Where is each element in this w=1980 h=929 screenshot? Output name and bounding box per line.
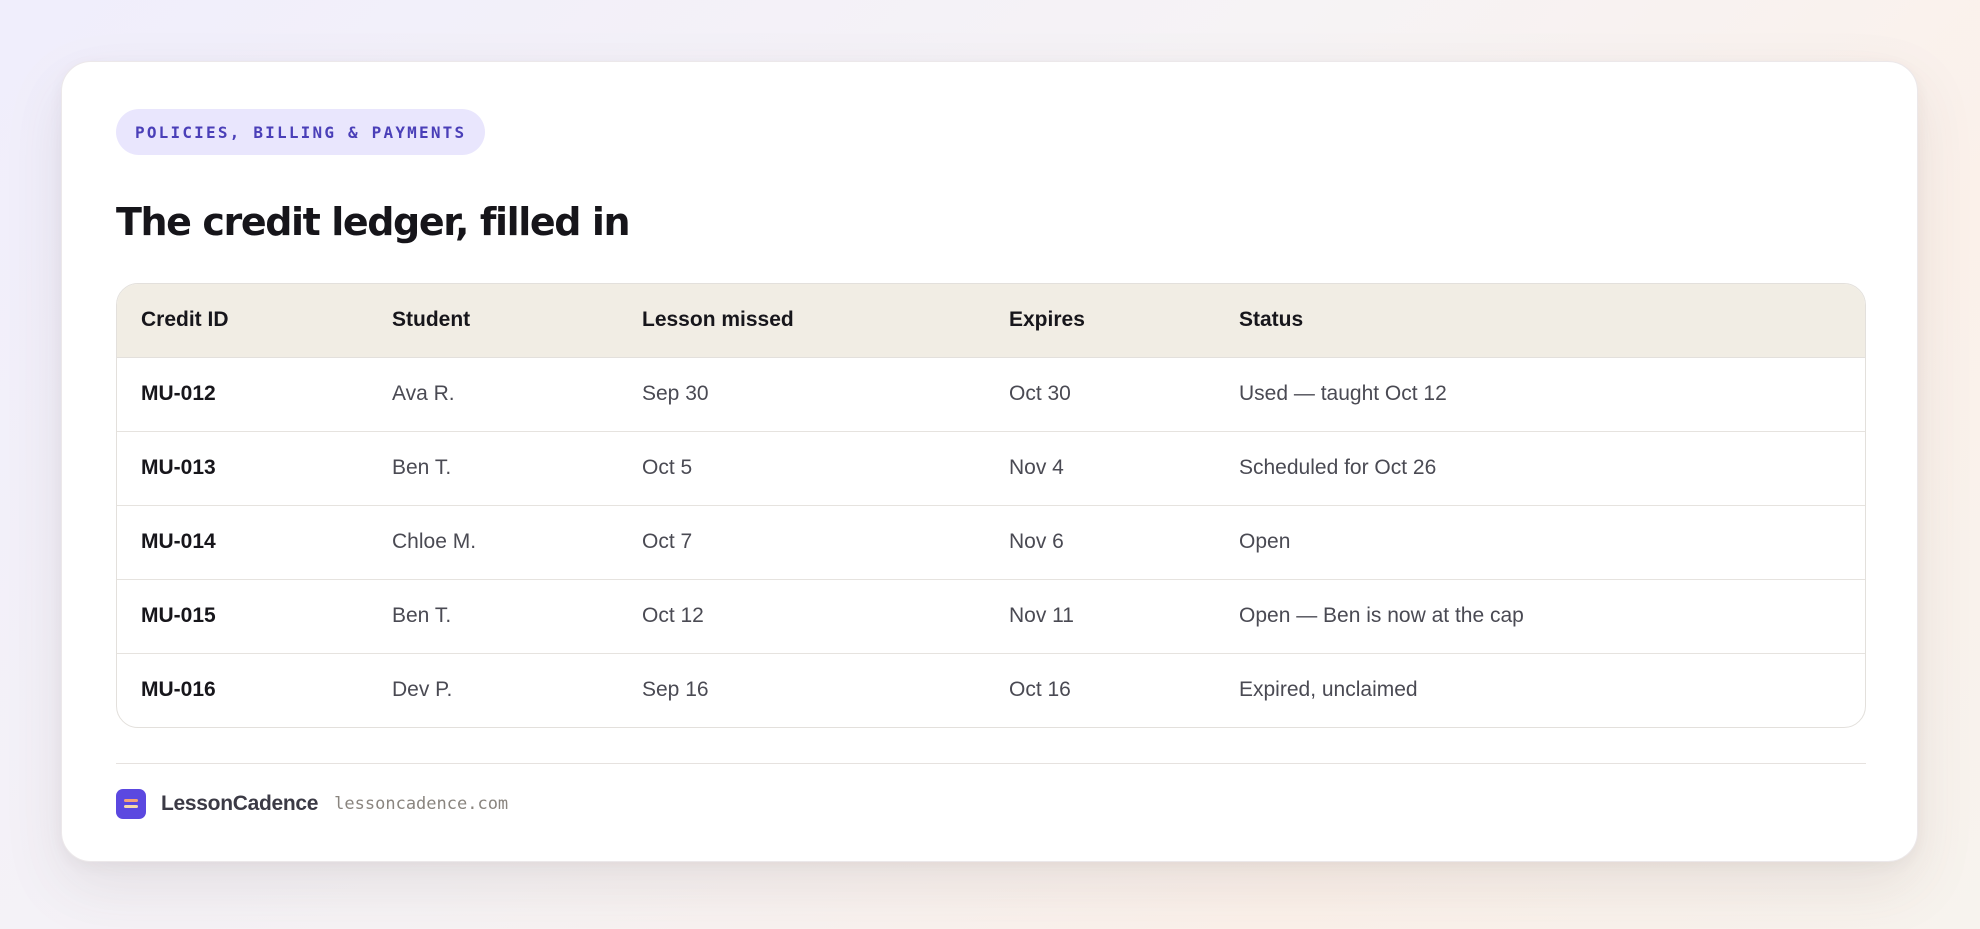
student-cell: Ava R. — [392, 382, 455, 405]
status-cell: Scheduled for Oct 26 — [1215, 430, 1865, 505]
status-cell: Open — Ben is now at the cap — [1215, 578, 1865, 653]
expires-cell: Nov 11 — [985, 578, 1215, 653]
section-eyebrow-pill: POLICIES, BILLING & PAYMENTS — [116, 109, 486, 155]
column-header-lesson-missed: Lesson missed — [618, 284, 985, 358]
column-header-expires: Expires — [985, 284, 1215, 358]
credit-id-cell: MU-013 — [117, 430, 368, 505]
credit-id-cell: MU-014 — [117, 504, 368, 579]
status-cell: Expired, unclaimed — [1215, 652, 1865, 727]
credit-id-cell: MU-012 — [141, 382, 216, 405]
footer-divider — [116, 763, 1866, 764]
page-title: The credit ledger, filled in — [116, 200, 631, 244]
table-row: MU-016 Dev P. Sep 16 Oct 16 Expired, unc… — [117, 652, 1865, 727]
brand-name: LessonCadence — [161, 792, 319, 815]
expires-cell: Oct 16 — [985, 652, 1215, 727]
student-cell: Ben T. — [368, 578, 618, 653]
table-row: MU-014 Chloe M. Oct 7 Nov 6 Open — [117, 504, 1865, 579]
brand-domain: lessoncadence.com — [334, 794, 509, 814]
table-row: MU-012 Ava R. Sep 30 Oct 30 Used — taugh… — [117, 357, 1865, 431]
credit-id-cell: MU-015 — [117, 578, 368, 653]
status-cell: Used — taught Oct 12 — [1239, 382, 1447, 405]
status-cell: Open — [1215, 504, 1865, 579]
lesson-missed-cell: Sep 16 — [618, 652, 985, 727]
lesson-missed-cell: Sep 30 — [642, 382, 709, 405]
column-header-student: Student — [368, 284, 618, 358]
student-cell: Dev P. — [368, 652, 618, 727]
column-header-credit-id: Credit ID — [117, 284, 368, 358]
expires-cell: Nov 6 — [985, 504, 1215, 579]
lessoncadence-logo-icon — [116, 789, 146, 819]
lesson-missed-cell: Oct 5 — [618, 430, 985, 505]
lesson-missed-cell: Oct 12 — [618, 578, 985, 653]
credit-id-cell: MU-016 — [117, 652, 368, 727]
column-header-status: Status — [1215, 284, 1865, 358]
expires-cell: Nov 4 — [985, 430, 1215, 505]
student-cell: Chloe M. — [368, 504, 618, 579]
student-cell: Ben T. — [368, 430, 618, 505]
content-card: POLICIES, BILLING & PAYMENTS The credit … — [61, 61, 1918, 862]
lesson-missed-cell: Oct 7 — [618, 504, 985, 579]
table-header-row: Credit ID Student Lesson missed Expires … — [117, 284, 1865, 358]
footer: LessonCadence lessoncadence.com — [116, 789, 508, 819]
expires-cell: Oct 30 — [1009, 382, 1071, 405]
table-row: MU-013 Ben T. Oct 5 Nov 4 Scheduled for … — [117, 430, 1865, 505]
table-row: MU-015 Ben T. Oct 12 Nov 11 Open — Ben i… — [117, 578, 1865, 653]
credit-ledger-table: Credit ID Student Lesson missed Expires … — [116, 283, 1866, 728]
